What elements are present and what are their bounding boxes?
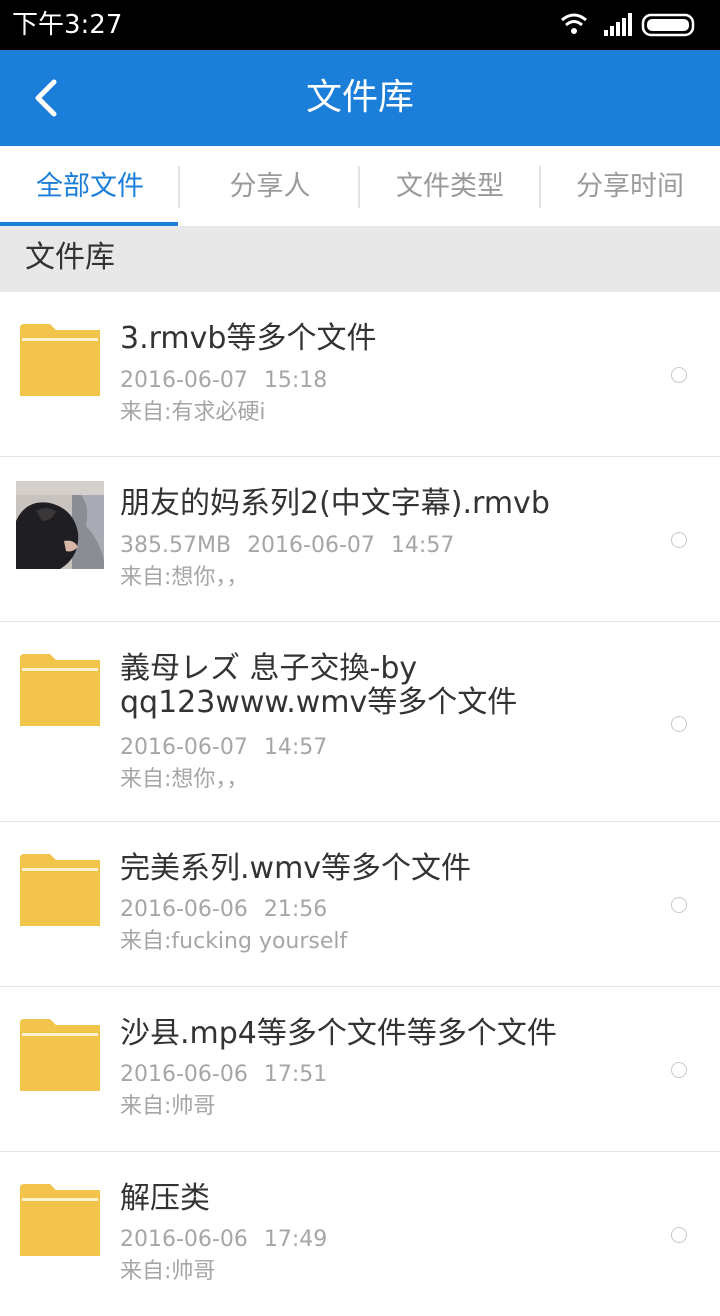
file-meta: 385.57MB 2016-06-07 14:57: [120, 532, 454, 560]
file-meta: 2016-06-07 14:57: [120, 734, 327, 762]
select-radio[interactable]: [671, 897, 687, 913]
file-time: 15:18: [263, 368, 328, 393]
video-thumbnail: [16, 481, 104, 569]
file-size: 385.57MB: [120, 533, 232, 558]
file-date: 2016-06-06: [120, 897, 248, 922]
select-radio[interactable]: [671, 1227, 687, 1243]
tab-sharer[interactable]: 分享人: [180, 146, 360, 226]
file-name: 沙县.mp4等多个文件等多个文件: [120, 1016, 557, 1051]
list-item[interactable]: 朋友的妈系列2(中文字幕).rmvb 385.57MB 2016-06-07 14:…: [0, 457, 720, 622]
folder-icon: [20, 654, 100, 726]
status-icons: [558, 10, 708, 40]
folder-icon: [20, 324, 100, 396]
file-meta: 2016-06-06 21:56: [120, 896, 327, 924]
file-name: 完美系列.wmv等多个文件: [120, 851, 472, 886]
tab-divider: [178, 166, 180, 208]
folder-icon: [20, 854, 100, 926]
folder-icon: [20, 1184, 100, 1256]
file-name: 3.rmvb等多个文件: [120, 321, 377, 356]
file-name: 義母レズ 息子交換-by qq123www.wmv等多个文件: [120, 651, 518, 720]
wifi-icon: [561, 13, 587, 34]
select-radio[interactable]: [671, 532, 687, 548]
file-from: 来自:想你，，: [120, 565, 249, 590]
file-date: 2016-06-07: [247, 533, 375, 558]
app-bar: 文件库: [0, 50, 720, 146]
file-from: 来自:fucking yourself: [120, 929, 348, 954]
folder-icon: [20, 1019, 100, 1091]
file-time: 14:57: [263, 735, 328, 760]
list-item[interactable]: 義母レズ 息子交換-by qq123www.wmv等多个文件 2016-06-0…: [0, 622, 720, 822]
file-meta: 2016-06-07 15:18: [120, 367, 327, 395]
list-item[interactable]: 沙县.mp4等多个文件等多个文件 2016-06-06 17:51 来自:帅哥: [0, 987, 720, 1152]
tab-divider: [539, 166, 541, 208]
tab-file-type[interactable]: 文件类型: [360, 146, 540, 226]
select-radio[interactable]: [671, 1062, 687, 1078]
tab-all-files[interactable]: 全部文件: [0, 146, 180, 226]
file-date: 2016-06-06: [120, 1062, 248, 1087]
page-title: 文件库: [305, 77, 414, 118]
file-from: 来自:帅哥: [120, 1259, 216, 1284]
file-from: 来自:想你，，: [120, 767, 249, 792]
chevron-left-icon: [35, 79, 57, 117]
status-time: 下午3:27: [12, 10, 123, 40]
status-bar: 下午3:27: [0, 0, 720, 50]
file-from: 来自:帅哥: [120, 1094, 216, 1119]
list-item[interactable]: 解压类 2016-06-06 17:49 来自:帅哥: [0, 1152, 720, 1316]
tab-share-time[interactable]: 分享时间: [540, 146, 720, 226]
file-meta: 2016-06-06 17:51: [120, 1061, 327, 1089]
list-item[interactable]: 3.rmvb等多个文件 2016-06-07 15:18 来自:有求必硬i: [0, 292, 720, 457]
signal-icon: [604, 13, 632, 36]
back-button[interactable]: [20, 68, 80, 128]
select-radio[interactable]: [671, 367, 687, 383]
status-icons-svg: [561, 13, 695, 37]
filter-tabs: 全部文件 分享人 文件类型 分享时间: [0, 146, 720, 226]
file-date: 2016-06-07: [120, 368, 248, 393]
list-item[interactable]: 完美系列.wmv等多个文件 2016-06-06 21:56 来自:fucking…: [0, 822, 720, 987]
file-time: 17:51: [263, 1062, 328, 1087]
battery-icon: [641, 13, 695, 37]
file-date: 2016-06-06: [120, 1227, 248, 1252]
file-date: 2016-06-07: [120, 735, 248, 760]
file-name: 朋友的妈系列2(中文字幕).rmvb: [120, 486, 550, 521]
file-from: 来自:有求必硬i: [120, 400, 266, 425]
file-name: 解压类: [120, 1181, 210, 1216]
file-time: 14:57: [390, 533, 455, 558]
file-time: 17:49: [263, 1227, 328, 1252]
section-title: 文件库: [25, 240, 115, 275]
tab-divider: [358, 166, 360, 208]
file-meta: 2016-06-06 17:49: [120, 1226, 327, 1254]
select-radio[interactable]: [671, 716, 687, 732]
file-time: 21:56: [263, 897, 328, 922]
section-header: 文件库: [0, 226, 720, 292]
